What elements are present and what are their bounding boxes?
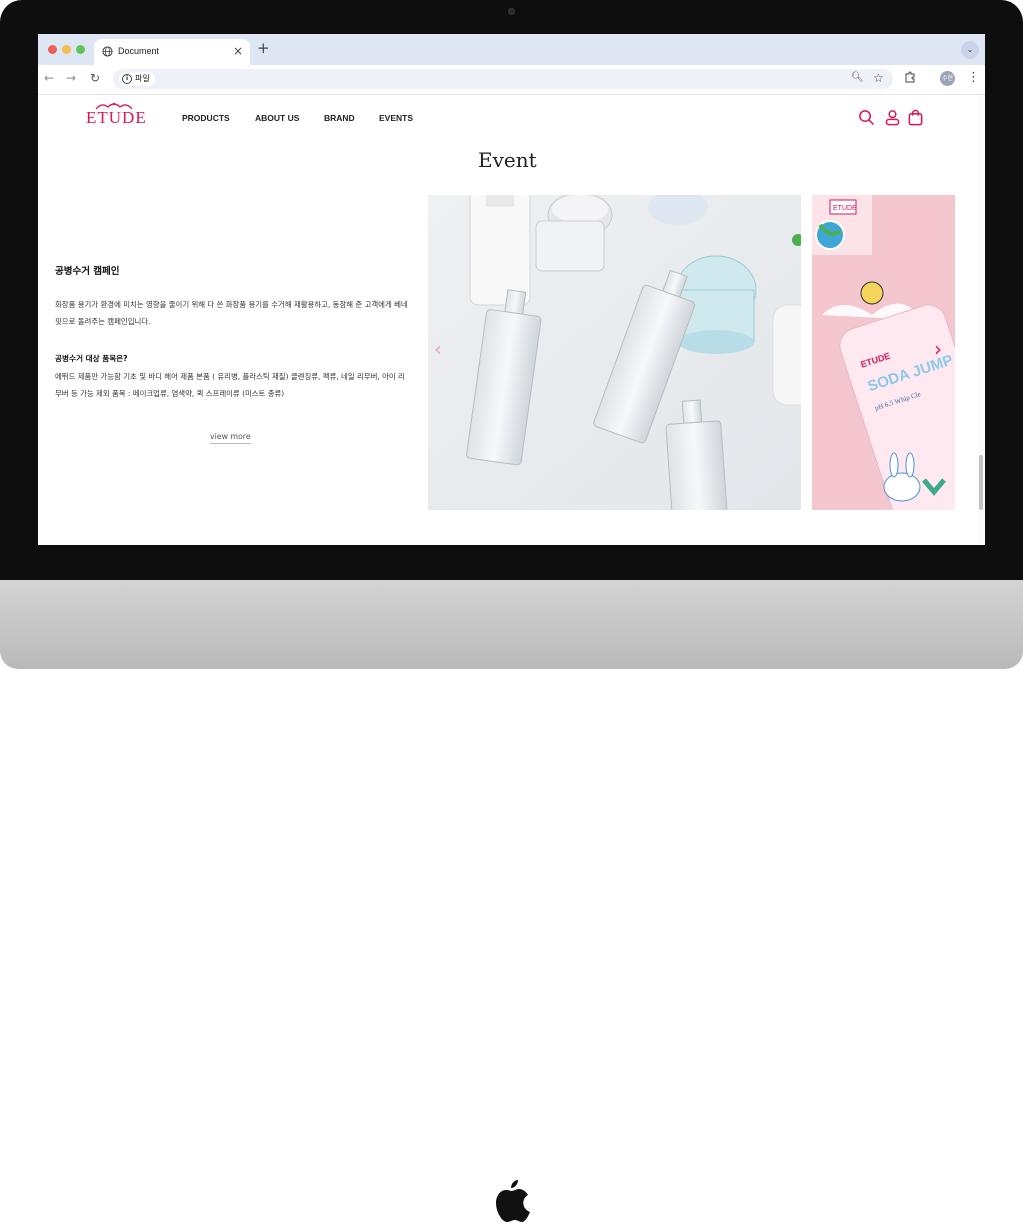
- address-bar[interactable]: i 파일 🔍︎ ☆: [113, 69, 893, 89]
- user-icon[interactable]: [884, 109, 901, 126]
- forward-button[interactable]: →: [66, 71, 76, 85]
- bookmark-star-icon[interactable]: ☆: [873, 71, 884, 85]
- event-title: 공병수거 캠페인: [55, 266, 120, 277]
- browser-menu-icon[interactable]: ⋮: [967, 69, 980, 87]
- address-text: 파일: [135, 74, 150, 83]
- poster-brand-text: ETUDE: [833, 205, 857, 212]
- event-target-description: 에뛰드 제품만 가능함 기초 및 바디 헤어 제품 본품 ( 유리병, 플라스틱…: [55, 372, 405, 398]
- nav-events[interactable]: EVENTS: [379, 113, 413, 123]
- tab-document[interactable]: Document ×: [94, 39, 250, 65]
- webcam: [508, 8, 515, 15]
- slider-next-arrow[interactable]: ›: [934, 339, 942, 359]
- zoom-icon[interactable]: 🔍︎: [851, 72, 864, 83]
- page-scrollbar[interactable]: [977, 95, 985, 545]
- tab-bar: Document × + ⌄: [38, 34, 985, 65]
- monitor-chin: [0, 580, 1023, 1222]
- scrollbar-thumb[interactable]: [979, 455, 983, 510]
- reload-button[interactable]: ↻: [90, 71, 100, 85]
- apple-logo-icon: [496, 1180, 530, 1222]
- tab-search-menu-button[interactable]: ⌄: [961, 41, 979, 59]
- empty-bottles-photo: [428, 195, 801, 510]
- nav-products[interactable]: PRODUCTS: [182, 113, 230, 123]
- extensions-icon[interactable]: [904, 71, 916, 86]
- browser-window: Document × + ⌄ ← → ↻ i 파일 🔍︎ ☆ 수현 ⋮ ETUD…: [38, 34, 985, 545]
- cart-icon[interactable]: [907, 109, 924, 126]
- nav-brand[interactable]: BRAND: [324, 113, 355, 123]
- site-info-chip[interactable]: i 파일: [119, 72, 155, 86]
- new-tab-button[interactable]: +: [257, 40, 270, 56]
- page-viewport: ETUDE PRODUCTS ABOUT US BRAND EVENTS Eve…: [38, 95, 985, 545]
- profile-avatar[interactable]: 수현: [940, 71, 955, 86]
- window-minimize-button[interactable]: [62, 45, 71, 54]
- tab-close-icon[interactable]: ×: [233, 44, 243, 58]
- etude-logo[interactable]: ETUDE: [86, 108, 147, 128]
- section-title: Event: [478, 148, 537, 172]
- slider-prev-arrow[interactable]: ‹: [434, 339, 442, 359]
- browser-toolbar: ← → ↻ i 파일 🔍︎ ☆ 수현 ⋮: [38, 65, 985, 95]
- search-icon[interactable]: [858, 109, 875, 126]
- info-icon: i: [122, 74, 132, 84]
- nav-about-us[interactable]: ABOUT US: [255, 113, 299, 123]
- tab-title: Document: [118, 46, 160, 56]
- window-zoom-button[interactable]: [76, 45, 85, 54]
- event-target-title: 공병수거 대상 품목은?: [55, 354, 128, 363]
- back-button[interactable]: ←: [44, 71, 54, 85]
- view-more-link[interactable]: view more: [210, 432, 251, 444]
- event-description: 화장품 용기가 환경에 미치는 영향을 줄이기 위해 다 쓴 화장품 용기를 수…: [55, 300, 408, 326]
- window-close-button[interactable]: [48, 45, 57, 54]
- globe-icon: [102, 46, 113, 57]
